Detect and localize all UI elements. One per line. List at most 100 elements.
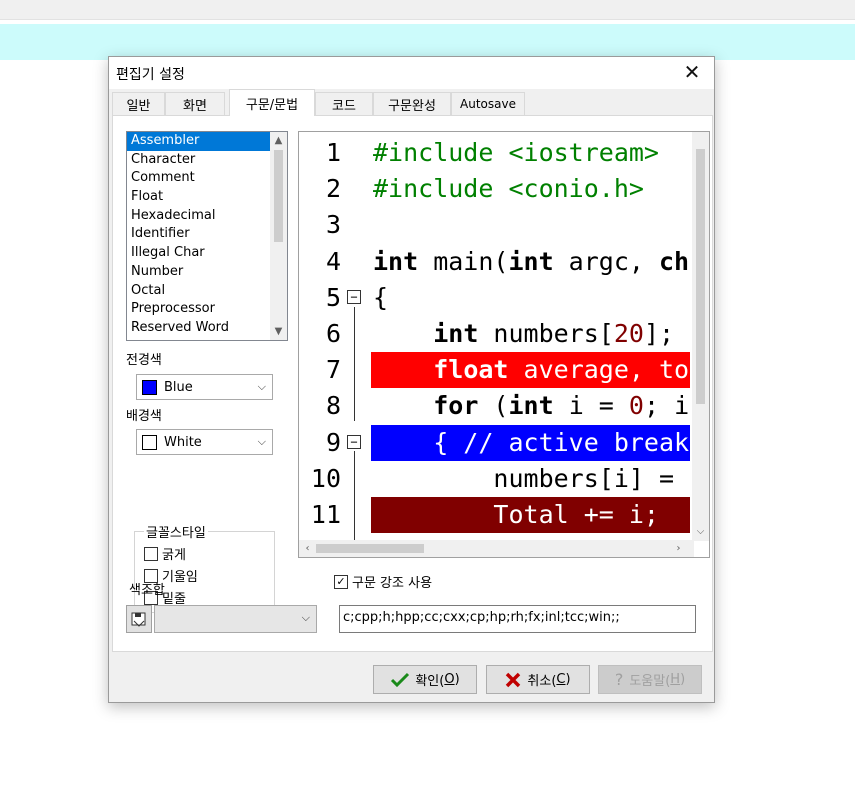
syntax-element-item[interactable]: Number <box>127 263 287 282</box>
editor-horizontal-scrollbar[interactable]: ‹ › <box>299 540 694 557</box>
tab-label: 코드 <box>332 98 356 114</box>
ok-button[interactable]: 확인(O) <box>373 665 477 694</box>
syntax-element-item[interactable]: Identifier <box>127 225 287 244</box>
line-number: 4 <box>325 246 341 276</box>
tab-display[interactable]: 화면 <box>165 92 225 115</box>
code-text: #include <iostream> <box>373 138 659 167</box>
tab-syntax[interactable]: 구문/문법 <box>229 89 315 116</box>
line-number: 5 <box>325 282 341 312</box>
editor-vertical-scrollbar[interactable]: ⌵ <box>692 132 709 541</box>
background-color-select[interactable]: White ⌵ <box>136 429 273 455</box>
fold-toggle-icon[interactable]: − <box>347 434 361 449</box>
syntax-element-item[interactable]: Octal <box>127 282 287 301</box>
background-label: 배경색 <box>126 409 162 424</box>
foreground-swatch <box>142 379 157 395</box>
help-button[interactable]: ? 도움말(H) <box>598 665 702 694</box>
code-line[interactable]: 6 int numbers[20]; <box>299 316 690 352</box>
syntax-element-item[interactable]: Hexadecimal <box>127 207 287 226</box>
syntax-panel: Assembler Character Comment Float Hexadecima… <box>112 115 713 652</box>
line-number: 3 <box>325 210 341 240</box>
code-text: int main(int argc, char <box>373 246 690 276</box>
code-text: { // active break <box>371 424 690 461</box>
dialog-title: 편집기 설정 <box>116 67 185 83</box>
scroll-thumb[interactable] <box>696 149 705 404</box>
ok-label: 확인( <box>415 674 445 689</box>
scroll-thumb[interactable] <box>274 150 283 242</box>
syntax-element-item[interactable]: Float <box>127 188 287 207</box>
close-button[interactable]: ✕ <box>670 57 714 87</box>
code-line[interactable]: 10 numbers[i] = i <box>299 461 690 497</box>
color-scheme-label: 색조합 <box>129 583 165 598</box>
font-style-group: 글꼴스타일 굵게 기울임 밑줄 <box>134 522 275 613</box>
file-extensions-input[interactable]: c;cpp;h;hpp;cc;cxx;cp;hp;rh;fx;inl;tcc;w… <box>339 605 696 633</box>
ok-label-end: ) <box>454 672 460 687</box>
close-icon: ✕ <box>683 60 701 84</box>
syntax-element-item[interactable]: Comment <box>127 169 287 188</box>
background-swatch <box>142 434 157 450</box>
foreground-value: Blue <box>164 379 193 395</box>
scroll-down-icon[interactable]: ⌵ <box>692 523 709 540</box>
syntax-element-item[interactable]: Illegal Char <box>127 244 287 263</box>
code-line[interactable]: 3 <box>299 207 690 243</box>
syntax-element-item[interactable]: Preprocessor <box>127 300 287 319</box>
code-line[interactable]: 9− { // active break <box>299 424 690 461</box>
foreground-label: 전경색 <box>126 353 162 368</box>
code-line[interactable]: 8 for (int i = 0; i <box>299 388 690 424</box>
question-icon: ? <box>614 670 624 689</box>
syntax-element-item[interactable]: Character <box>127 151 287 170</box>
dialog-titlebar: 편집기 설정 ✕ <box>109 57 714 89</box>
code-line[interactable]: 1 #include <iostream> <box>299 135 690 171</box>
line-number: 2 <box>325 174 341 204</box>
code-text: #include <conio.h> <box>373 174 644 204</box>
chevron-down-icon: ⌵ <box>257 435 266 448</box>
code-text: float average, total <box>371 352 690 389</box>
code-text: Total += i; <box>371 497 690 533</box>
color-scheme-select[interactable]: ⌵ <box>154 605 317 633</box>
syntax-element-item[interactable]: Reserved Word <box>127 319 287 338</box>
line-number: 10 <box>310 463 341 493</box>
code-line[interactable]: 2 #include <conio.h> <box>299 171 690 207</box>
tab-general[interactable]: 일반 <box>112 92 165 115</box>
chevron-down-icon: ⌵ <box>257 380 266 393</box>
editor-highlight-strip <box>0 24 855 60</box>
scroll-right-icon[interactable]: › <box>670 540 687 557</box>
line-number: 11 <box>310 500 341 529</box>
help-accelerator: H <box>670 672 681 687</box>
chevron-down-icon: ⌵ <box>301 611 310 624</box>
checkbox-label: 굵게 <box>162 548 186 563</box>
code-line[interactable]: 4 int main(int argc, char <box>299 244 690 280</box>
scroll-up-icon[interactable]: ▲ <box>270 132 287 149</box>
x-icon <box>506 672 521 687</box>
code-line[interactable]: 11 Total += i; <box>299 497 690 533</box>
scheme-icon-button[interactable] <box>126 605 152 633</box>
fold-guide <box>354 307 355 421</box>
line-number: 1 <box>325 138 341 167</box>
syntax-element-item[interactable]: Assembler <box>127 132 287 151</box>
scroll-down-icon[interactable]: ▼ <box>270 323 287 340</box>
list-scrollbar[interactable]: ▲ ▼ <box>270 132 287 340</box>
code-line[interactable]: 7 float average, total <box>299 352 690 389</box>
tab-code[interactable]: 코드 <box>315 92 373 115</box>
tab-autosave[interactable]: Autosave <box>451 92 525 115</box>
bold-checkbox[interactable]: 굵게 <box>144 544 186 563</box>
scroll-left-icon[interactable]: ‹ <box>299 540 316 557</box>
app-top-bar <box>0 0 855 20</box>
fold-toggle-icon[interactable]: − <box>347 289 361 304</box>
cancel-button[interactable]: 취소(C) <box>486 665 590 694</box>
enable-syntax-checkbox[interactable]: ✓ 구문 강조 사용 <box>334 572 432 591</box>
code-text: { <box>373 282 389 312</box>
foreground-color-select[interactable]: Blue ⌵ <box>136 374 273 400</box>
checkbox-label: 기울임 <box>162 570 198 585</box>
syntax-preview-editor[interactable]: 1 #include <iostream> 2 #include <conio.h> 3… <box>298 131 710 558</box>
code-line[interactable]: 5−{ <box>299 280 690 316</box>
scroll-thumb[interactable] <box>316 544 424 553</box>
code-text: for (int i = 0; i <box>433 391 690 421</box>
file-extensions-value: c;cpp;h;hpp;cc;cxx;cp;hp;rh;fx;inl;tcc;w… <box>343 610 620 625</box>
checkbox-label: 구문 강조 사용 <box>352 576 433 591</box>
tab-code-completion[interactable]: 구문완성 <box>373 92 451 115</box>
syntax-element-list[interactable]: Assembler Character Comment Float Hexadecima… <box>126 131 288 341</box>
tab-label: Autosave <box>460 97 516 111</box>
font-style-label: 글꼴스타일 <box>144 522 208 541</box>
check-icon <box>391 672 410 687</box>
